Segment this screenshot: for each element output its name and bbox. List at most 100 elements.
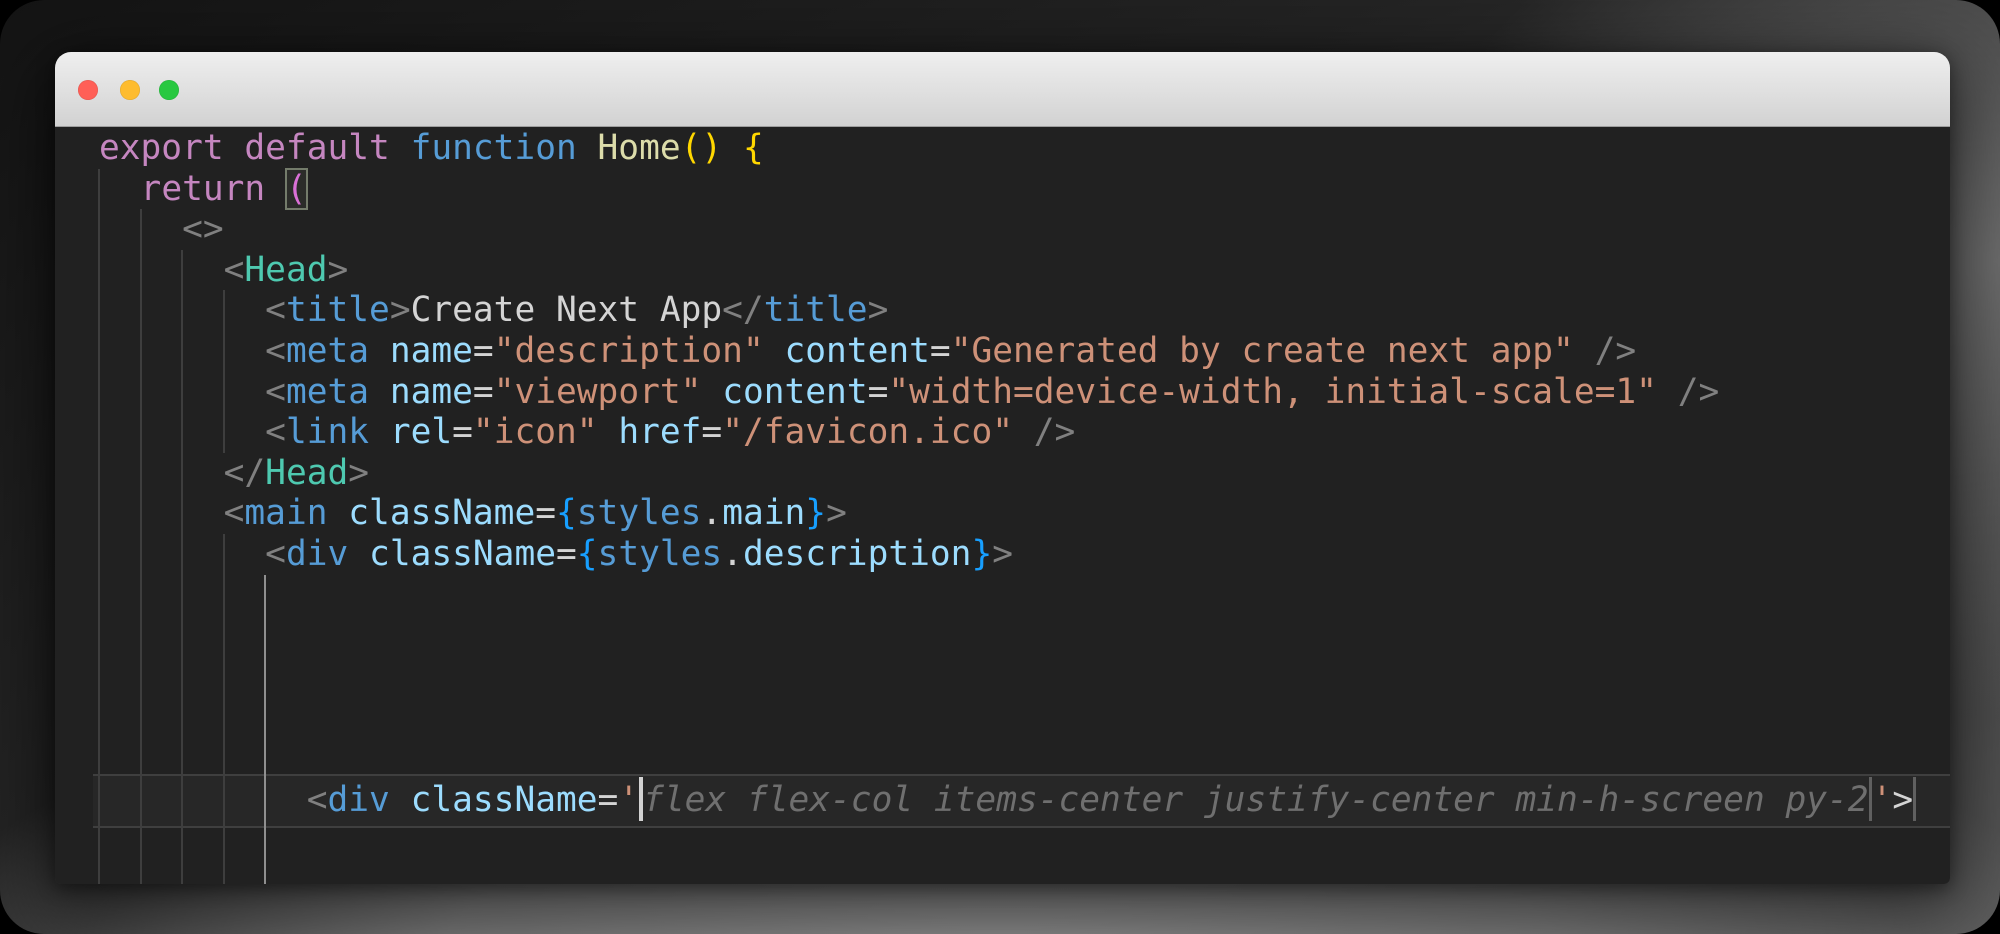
- code-token: "viewport": [494, 372, 702, 412]
- code-token: "width=device-width, initial-scale=1": [888, 372, 1657, 412]
- code-token: <: [224, 493, 245, 533]
- code-token: [99, 169, 141, 209]
- code-token: }: [971, 534, 992, 574]
- code-token: >: [1892, 780, 1913, 820]
- code-token: />: [1034, 412, 1076, 452]
- code-token: "description": [494, 331, 764, 371]
- code-token: <: [307, 780, 328, 820]
- code-token: [348, 534, 369, 574]
- code-token: [390, 128, 411, 168]
- code-token: =: [556, 534, 577, 574]
- window-titlebar[interactable]: [55, 52, 1950, 127]
- code-token: title: [286, 290, 390, 330]
- code-token: styles: [598, 534, 723, 574]
- code-token: main: [722, 493, 805, 533]
- code-line: <div className={styles.description}>: [99, 534, 1013, 575]
- code-token: <: [224, 250, 245, 290]
- code-line: <meta name="description" content="Genera…: [99, 331, 1636, 372]
- code-token: (): [681, 128, 723, 168]
- inline-suggestion-ghost-text: flex flex-col items-center justify-cente…: [643, 780, 1868, 820]
- code-token: [1657, 372, 1678, 412]
- code-line: <title>Create Next App</title>: [99, 290, 888, 331]
- indent-guide-active: [264, 575, 266, 884]
- code-token: [390, 780, 411, 820]
- code-token: </: [722, 290, 764, 330]
- code-area[interactable]: export default function Home() { return …: [55, 127, 1950, 884]
- code-token: [99, 372, 265, 412]
- code-token: <: [265, 412, 286, 452]
- code-token: title: [764, 290, 868, 330]
- code-line: <meta name="viewport" content="width=dev…: [99, 372, 1719, 413]
- code-token: =: [598, 780, 619, 820]
- code-token: name: [390, 372, 473, 412]
- code-token: </: [224, 453, 266, 493]
- code-token: [328, 493, 349, 533]
- code-token: Create Next App: [411, 290, 723, 330]
- code-token: [369, 331, 390, 371]
- minimize-button[interactable]: [120, 80, 140, 100]
- code-token: main: [244, 493, 327, 533]
- code-line: <>: [99, 209, 224, 250]
- code-line: <Head>: [99, 250, 348, 291]
- code-token: ': [618, 780, 639, 820]
- code-token: rel: [390, 412, 452, 452]
- code-token: link: [286, 412, 369, 452]
- code-token: className: [411, 780, 598, 820]
- code-token: [99, 534, 265, 574]
- code-line: export default function Home() {: [99, 128, 764, 169]
- code-token: >: [348, 453, 369, 493]
- code-token: >: [868, 290, 889, 330]
- code-token: =: [868, 372, 889, 412]
- code-token: Head: [265, 453, 348, 493]
- code-token: .: [722, 534, 743, 574]
- code-token: =: [452, 412, 473, 452]
- code-token: =: [701, 412, 722, 452]
- code-token: .: [701, 493, 722, 533]
- code-token: content: [722, 372, 867, 412]
- code-token: content: [785, 331, 930, 371]
- code-token: [577, 128, 598, 168]
- code-token: <: [265, 290, 286, 330]
- code-token: Head: [244, 250, 327, 290]
- code-token: className: [348, 493, 535, 533]
- code-token: >: [390, 290, 411, 330]
- code-token: "Generated by create next app": [951, 331, 1574, 371]
- code-token: =: [473, 331, 494, 371]
- code-token: {: [556, 493, 577, 533]
- code-token: <: [265, 534, 286, 574]
- code-token: [764, 331, 785, 371]
- code-token: [99, 331, 265, 371]
- code-token: return: [141, 169, 266, 209]
- code-token: [99, 290, 265, 330]
- indent-guide: [223, 534, 225, 884]
- code-token: />: [1595, 331, 1637, 371]
- code-token: >: [992, 534, 1013, 574]
- code-token: =: [535, 493, 556, 533]
- code-line-current: <div className='flex flex-col items-cent…: [99, 778, 1916, 822]
- code-token: [99, 453, 224, 493]
- code-token: {: [743, 128, 764, 168]
- zoom-button[interactable]: [159, 80, 179, 100]
- code-token: ': [1872, 780, 1893, 820]
- text-cursor: [639, 777, 643, 821]
- code-token: />: [1678, 372, 1720, 412]
- code-token: <: [265, 372, 286, 412]
- code-token: [598, 412, 619, 452]
- code-token: >: [328, 250, 349, 290]
- code-token: name: [390, 331, 473, 371]
- code-token: "/favicon.ico": [722, 412, 1013, 452]
- code-token: [722, 128, 743, 168]
- code-token: function: [411, 128, 577, 168]
- code-line: <link rel="icon" href="/favicon.ico" />: [99, 412, 1075, 453]
- code-token: [369, 372, 390, 412]
- app-window: export default function Home() { return …: [55, 52, 1950, 884]
- code-token: [99, 250, 224, 290]
- code-token: >: [826, 493, 847, 533]
- code-line: <main className={styles.main}>: [99, 493, 847, 534]
- code-token: "icon": [473, 412, 598, 452]
- code-token: [1574, 331, 1595, 371]
- code-token: div: [328, 780, 390, 820]
- code-token: div: [286, 534, 348, 574]
- code-token: (: [286, 169, 307, 209]
- close-button[interactable]: [78, 80, 98, 100]
